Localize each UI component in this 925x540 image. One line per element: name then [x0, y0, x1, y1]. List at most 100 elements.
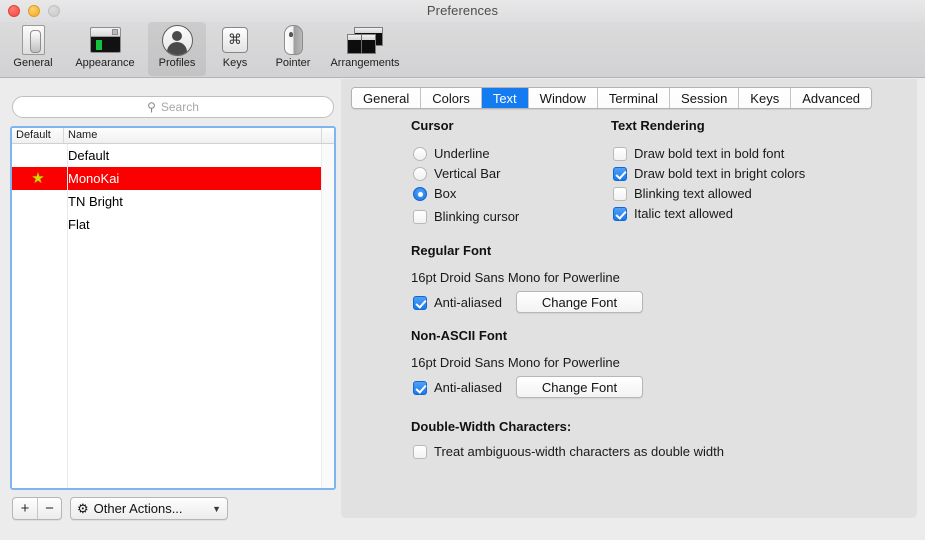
tab-advanced[interactable]: Advanced [790, 88, 872, 108]
tab-colors[interactable]: Colors [420, 88, 481, 108]
cursor-option-box[interactable]: Box [413, 186, 456, 201]
gear-icon: ⚙ [77, 501, 89, 516]
switch-icon [21, 24, 45, 56]
non-ascii-font-section-title: Non-ASCII Font [411, 328, 508, 343]
toolbar-label-general: General [13, 57, 53, 69]
radio-box[interactable] [413, 186, 427, 201]
tab-general[interactable]: General [352, 88, 421, 108]
profile-name: Flat [68, 217, 90, 232]
default-star-cell[interactable]: ★ [12, 171, 64, 186]
regular-font-value: 16pt Droid Sans Mono for Powerline [411, 270, 620, 285]
toolbar-item-appearance[interactable]: Appearance [62, 22, 148, 76]
non-ascii-font-value: 16pt Droid Sans Mono for Powerline [411, 355, 620, 370]
toolbar-label-keys: Keys [222, 57, 248, 69]
table-row[interactable]: ★ MonoKai [12, 167, 334, 190]
cursor-section-title: Cursor [411, 118, 454, 133]
option-bold-text-bright-colors[interactable]: Draw bold text in bright colors [613, 166, 805, 181]
toolbar-item-keys[interactable]: ⌘ Keys [206, 22, 264, 76]
checkbox-regular-antialiased[interactable] [413, 295, 427, 310]
profile-name: Default [68, 148, 110, 163]
profiles-footer-bar: + − ⚙ Other Actions... ▼ [12, 497, 228, 520]
preferences-window: Preferences General Appearance Profiles … [0, 0, 925, 540]
radio-vertical-bar[interactable] [413, 166, 427, 181]
profiles-list-header: Default Name [12, 128, 334, 144]
radio-underline[interactable] [413, 146, 427, 161]
checkbox-italic-text-allowed[interactable] [613, 206, 627, 221]
toolbar-label-pointer: Pointer [275, 57, 311, 69]
title-bar: Preferences [0, 0, 925, 22]
regular-font-section-title: Regular Font [411, 243, 492, 258]
text-rendering-section-title: Text Rendering [611, 118, 705, 133]
label-blinking-text-allowed: Blinking text allowed [634, 186, 752, 201]
profile-name: MonoKai [68, 171, 120, 186]
double-width-section-title: Double-Width Characters: [411, 419, 572, 434]
other-actions-label: Other Actions... [93, 501, 183, 516]
tab-window[interactable]: Window [527, 88, 597, 108]
regular-font-antialiased-row[interactable]: Anti-aliased [413, 295, 502, 310]
search-icon: ⚲ [147, 100, 156, 114]
chevron-down-icon: ▼ [212, 503, 221, 514]
profiles-list[interactable]: Default Name Default ★ MonoKai TN Bright [10, 126, 336, 490]
toolbar-label-profiles: Profiles [158, 57, 196, 69]
checkbox-blinking-text-allowed[interactable] [613, 186, 627, 201]
label-ambiguous-width-double: Treat ambiguous-width characters as doub… [434, 444, 724, 459]
double-width-option-row[interactable]: Treat ambiguous-width characters as doub… [413, 444, 724, 459]
column-header-name[interactable]: Name [64, 128, 322, 143]
checkbox-blinking-cursor[interactable] [413, 209, 427, 224]
checkbox-non-ascii-antialiased[interactable] [413, 380, 427, 395]
option-blinking-text-allowed[interactable]: Blinking text allowed [613, 186, 752, 201]
label-vertical-bar: Vertical Bar [434, 166, 501, 181]
option-italic-text-allowed[interactable]: Italic text allowed [613, 206, 733, 221]
command-key-icon: ⌘ [222, 24, 248, 56]
other-actions-button[interactable]: ⚙ Other Actions... ▼ [70, 497, 228, 520]
table-row[interactable]: TN Bright [12, 190, 334, 213]
column-separator [67, 144, 68, 488]
cursor-option-vertical-bar[interactable]: Vertical Bar [413, 166, 500, 181]
add-profile-button[interactable]: + [13, 498, 37, 519]
label-blinking-cursor: Blinking cursor [434, 209, 520, 224]
settings-tab-bar: General Colors Text Window Terminal Sess… [351, 87, 873, 109]
label-non-ascii-antialiased: Anti-aliased [434, 380, 502, 395]
toolbar-item-arrangements[interactable]: Arrangements [322, 22, 408, 76]
cursor-option-underline[interactable]: Underline [413, 146, 490, 161]
toolbar-item-profiles[interactable]: Profiles [148, 22, 206, 76]
non-ascii-font-antialiased-row[interactable]: Anti-aliased [413, 380, 502, 395]
label-regular-antialiased: Anti-aliased [434, 295, 502, 310]
tab-keys[interactable]: Keys [738, 88, 791, 108]
checkbox-bold-text-bold-font[interactable] [613, 146, 627, 161]
toolbar-item-general[interactable]: General [4, 22, 62, 76]
label-italic-text-allowed: Italic text allowed [634, 206, 733, 221]
mouse-icon [283, 24, 303, 56]
option-bold-text-bold-font[interactable]: Draw bold text in bold font [613, 146, 784, 161]
toolbar-label-arrangements: Arrangements [330, 57, 400, 69]
tab-session[interactable]: Session [669, 88, 739, 108]
list-right-stripe [321, 144, 334, 488]
star-icon: ★ [31, 170, 45, 187]
checkbox-bold-text-bright-colors[interactable] [613, 166, 627, 181]
label-bold-text-bold-font: Draw bold text in bold font [634, 146, 785, 161]
label-bold-text-bright-colors: Draw bold text in bright colors [634, 166, 806, 181]
table-row[interactable]: Flat [12, 213, 334, 236]
toolbar-item-pointer[interactable]: Pointer [264, 22, 322, 76]
profile-name: TN Bright [68, 194, 123, 209]
window-appearance-icon [89, 24, 121, 56]
search-placeholder: Search [160, 100, 199, 114]
label-box: Box [434, 186, 457, 201]
column-header-default[interactable]: Default [12, 128, 64, 143]
windows-stack-icon [347, 24, 383, 56]
tab-terminal[interactable]: Terminal [596, 88, 670, 108]
preferences-toolbar: General Appearance Profiles ⌘ Keys Point… [0, 22, 925, 78]
remove-profile-button[interactable]: − [37, 498, 61, 519]
tab-text[interactable]: Text [480, 88, 528, 108]
table-row[interactable]: Default [12, 144, 334, 167]
window-title: Preferences [426, 3, 499, 18]
label-underline: Underline [434, 146, 490, 161]
cursor-option-blinking[interactable]: Blinking cursor [413, 209, 519, 224]
change-non-ascii-font-button[interactable]: Change Font [516, 376, 643, 398]
toolbar-label-appearance: Appearance [75, 57, 135, 69]
checkbox-ambiguous-width-double[interactable] [413, 444, 427, 459]
add-remove-segmented-control: + − [12, 497, 62, 520]
change-regular-font-button[interactable]: Change Font [516, 291, 643, 313]
profile-search[interactable]: ⚲ Search [12, 96, 334, 118]
person-icon [161, 24, 193, 56]
